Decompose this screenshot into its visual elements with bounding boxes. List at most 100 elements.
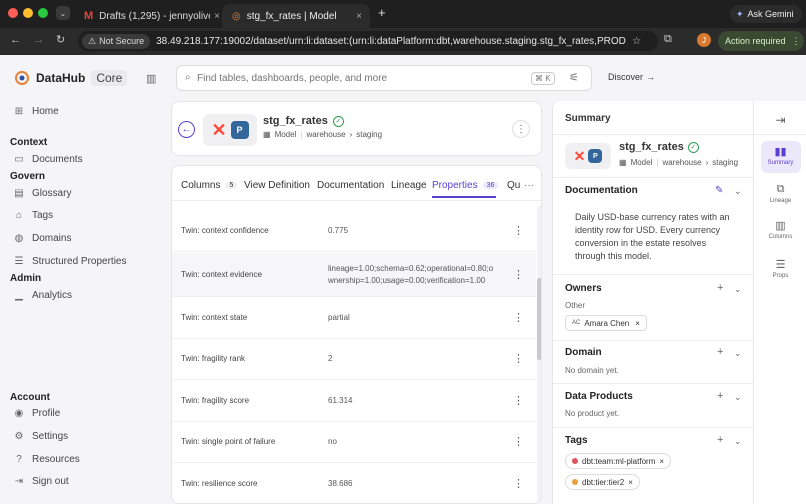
close-tab-icon[interactable]: ×: [356, 11, 362, 22]
sidebar-item-tags[interactable]: ⌂ Tags: [14, 210, 53, 221]
tab-lineage[interactable]: Lineage: [391, 180, 427, 191]
ask-gemini-button[interactable]: ✦ Ask Gemini: [730, 5, 802, 23]
remove-tag-icon[interactable]: ×: [659, 457, 664, 466]
chevron-down-icon[interactable]: ⌄: [734, 186, 742, 197]
gemini-icon: ✦: [736, 8, 744, 19]
breadcrumb-staging[interactable]: staging: [712, 158, 738, 167]
rail-columns[interactable]: ▥ Columns: [754, 219, 806, 240]
entity-header-card: ← ✕ P stg_fx_rates ✓ ▦ Model | warehouse…: [171, 101, 542, 156]
chevron-down-icon[interactable]: ⌄: [734, 392, 742, 403]
tab-badge: 5: [225, 182, 238, 189]
more-options-icon[interactable]: ⋮: [512, 120, 530, 138]
maximize-window-icon[interactable]: [38, 8, 48, 18]
sidebar-item-domains[interactable]: ◍ Domains: [14, 233, 72, 244]
edit-icon[interactable]: ✎: [715, 185, 723, 196]
entity-type: Model: [630, 158, 653, 167]
tab-search-icon[interactable]: ⌄: [56, 6, 70, 20]
documentation-heading: Documentation: [565, 185, 638, 196]
sidebar-item-home[interactable]: ⊞ Home: [14, 106, 59, 117]
url-bar[interactable]: ⚠ Not Secure 38.49.218.177:19002/dataset…: [78, 31, 658, 51]
scrollbar-thumb[interactable]: [537, 278, 541, 360]
url-text: 38.49.218.177:19002/dataset/urn:li:datas…: [156, 35, 627, 47]
tab-columns[interactable]: Columns 5: [181, 180, 238, 191]
list-icon: ☰: [14, 256, 24, 267]
remove-tag-icon[interactable]: ×: [628, 478, 633, 487]
breadcrumb-warehouse[interactable]: warehouse: [662, 158, 701, 167]
tag-chip[interactable]: dbt:team:ml-platform ×: [565, 453, 672, 469]
sidebar-item-label: Resources: [32, 454, 80, 465]
bookmark-star-icon[interactable]: ☆: [632, 36, 641, 47]
not-secure-badge[interactable]: ⚠ Not Secure: [82, 33, 151, 49]
rail-lineage[interactable]: ⧉ Lineage: [754, 183, 806, 204]
gmail-icon: M: [84, 10, 94, 22]
breadcrumb-staging[interactable]: staging: [356, 130, 382, 139]
new-tab-button[interactable]: +: [378, 5, 386, 20]
lineage-icon: ⧉: [776, 183, 785, 195]
divider: [553, 383, 754, 384]
more-tabs-icon[interactable]: ···: [524, 180, 534, 191]
close-panel-button[interactable]: ⇥: [754, 113, 806, 127]
minimize-window-icon[interactable]: [23, 8, 33, 18]
rail-props[interactable]: ☰ Props: [754, 258, 806, 279]
add-domain-icon[interactable]: +: [717, 346, 723, 358]
app-logo[interactable]: DataHub Core: [14, 70, 128, 86]
row-menu-icon[interactable]: ⋮: [513, 268, 524, 281]
entity-name: stg_fx_rates: [619, 141, 684, 153]
tab-documentation[interactable]: Documentation: [317, 180, 384, 191]
collapse-sidebar-icon[interactable]: ▥: [146, 72, 156, 85]
sidebar-item-settings[interactable]: ⚙ Settings: [14, 431, 69, 442]
rail-summary[interactable]: ▮▮ Summary: [754, 145, 806, 166]
property-row: Twin: resilience score 38.686 ⋮: [172, 463, 536, 503]
tab-view-definition[interactable]: View Definition: [244, 180, 310, 191]
sidebar-item-sign-out[interactable]: ⇥ Sign out: [14, 476, 69, 487]
search-input[interactable]: [197, 70, 527, 87]
chevron-down-icon[interactable]: ⌄: [734, 436, 742, 447]
browser-tab-gmail[interactable]: M Drafts (1,295) - jennyoliver6… ×: [74, 4, 220, 28]
row-menu-icon[interactable]: ⋮: [513, 311, 524, 324]
sidebar-item-documents[interactable]: ▭ Documents: [14, 154, 82, 165]
filter-icon[interactable]: ⚟: [569, 71, 579, 84]
add-owner-icon[interactable]: +: [717, 282, 723, 294]
not-secure-label: Not Secure: [99, 36, 145, 46]
tab-queries[interactable]: Qu: [507, 180, 520, 191]
row-menu-icon[interactable]: ⋮: [513, 435, 524, 448]
action-required-button[interactable]: Action required ⋮: [718, 31, 804, 51]
sidebar-item-profile[interactable]: ◉ Profile: [14, 408, 61, 419]
app-edition-badge: Core: [91, 70, 128, 86]
extensions-icon[interactable]: ⧉: [664, 33, 672, 46]
row-menu-icon[interactable]: ⋮: [513, 477, 524, 490]
chevron-down-icon[interactable]: ⌄: [734, 348, 742, 359]
property-key: Twin: single point of failure: [181, 437, 276, 446]
row-menu-icon[interactable]: ⋮: [513, 224, 524, 237]
remove-owner-icon[interactable]: ×: [635, 319, 640, 328]
close-window-icon[interactable]: [8, 8, 18, 18]
chevron-down-icon[interactable]: ⌄: [734, 284, 742, 295]
sidebar-item-structured-properties[interactable]: ☰ Structured Properties: [14, 256, 127, 267]
back-icon[interactable]: ←: [10, 34, 21, 46]
row-menu-icon[interactable]: ⋮: [513, 394, 524, 407]
tag-chip[interactable]: dbt:tier:tier2 ×: [565, 474, 640, 490]
sidebar-item-glossary[interactable]: ▤ Glossary: [14, 188, 71, 199]
search-bar[interactable]: ⌕ ⌘ K ⚟: [176, 65, 592, 91]
tab-properties[interactable]: Properties 36: [432, 180, 499, 191]
owner-chip[interactable]: AC Amara Chen ×: [565, 315, 647, 331]
reload-icon[interactable]: ↻: [56, 33, 65, 46]
app-name: DataHub: [36, 71, 86, 85]
discover-link[interactable]: Discover →: [608, 72, 655, 82]
sign-out-icon: ⇥: [14, 476, 24, 487]
property-row: Twin: fragility rank 2 ⋮: [172, 338, 536, 380]
forward-icon[interactable]: →: [33, 34, 44, 46]
browser-tab-datahub[interactable]: ◎ stg_fx_rates | Model ×: [222, 4, 370, 28]
profile-avatar[interactable]: J: [697, 33, 711, 47]
sidebar-item-analytics[interactable]: ▁ Analytics: [14, 290, 72, 301]
user-icon: ◉: [14, 408, 24, 419]
add-tag-icon[interactable]: +: [717, 434, 723, 446]
tab-label: Properties: [432, 180, 478, 191]
close-tab-icon[interactable]: ×: [214, 11, 220, 22]
add-data-product-icon[interactable]: +: [717, 390, 723, 402]
row-menu-icon[interactable]: ⋮: [513, 352, 524, 365]
back-arrow-icon[interactable]: ←: [178, 121, 195, 138]
dbt-icon: ✕: [573, 147, 586, 164]
breadcrumb-warehouse[interactable]: warehouse: [306, 130, 345, 139]
sidebar-item-resources[interactable]: ? Resources: [14, 454, 80, 465]
